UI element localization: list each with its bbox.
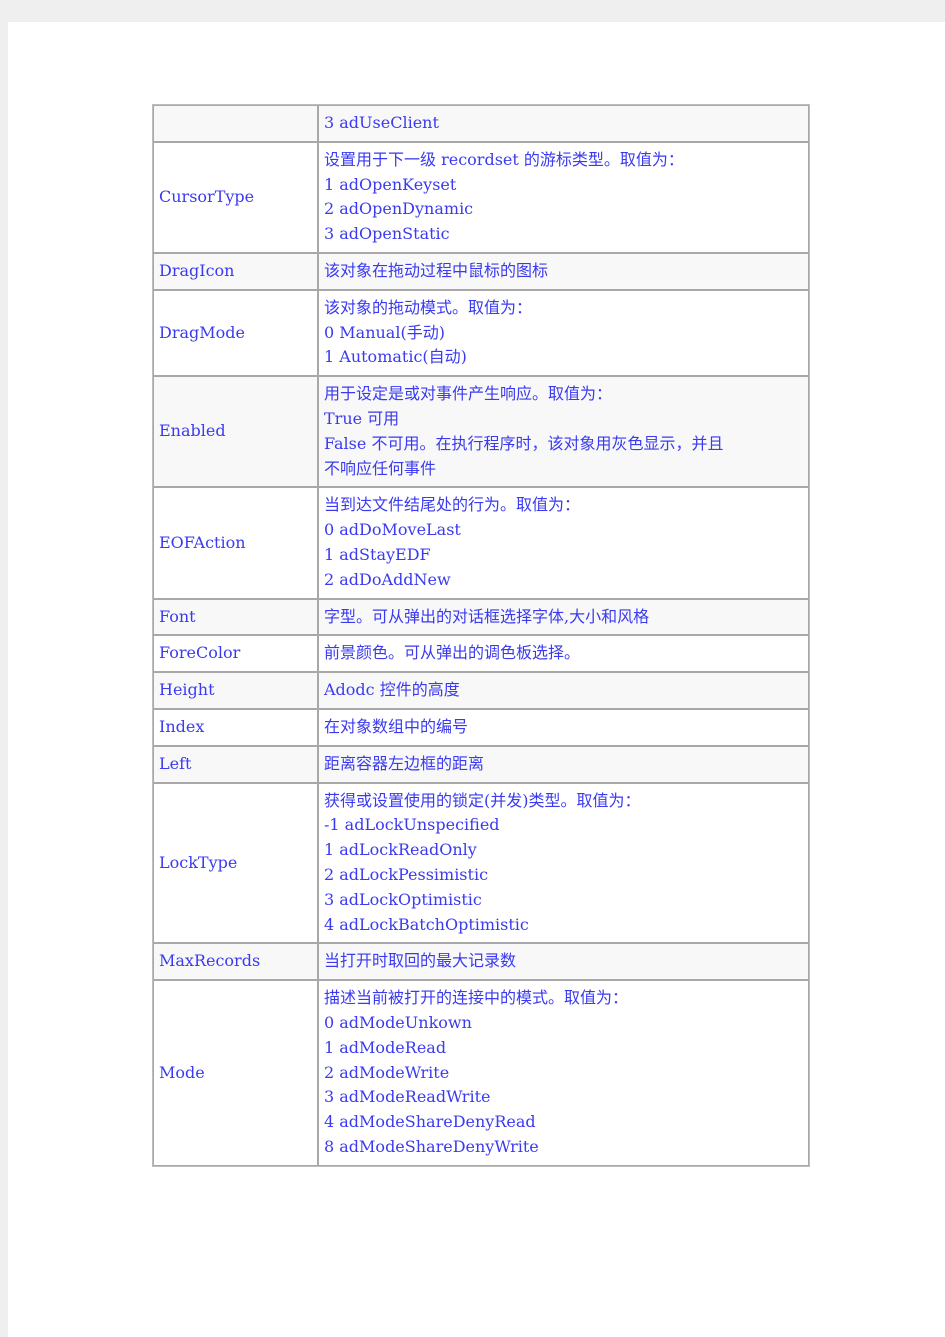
property-name: ForeColor bbox=[153, 635, 318, 673]
description-line: 获得或设置使用的锁定(并发)类型。取值为： bbox=[324, 790, 641, 810]
description-line: 当打开时取回的最大记录数 bbox=[324, 951, 517, 971]
table-row: DragIcon 该对象在拖动过程中鼠标的图标 bbox=[153, 252, 809, 290]
description-line: 1 adLockReadOnly bbox=[324, 840, 477, 860]
description-line: 前景颜色。可从弹出的调色板选择。 bbox=[324, 643, 581, 663]
description-line: Adodc 控件的高度 bbox=[324, 680, 460, 700]
description-line: 3 adOpenStatic bbox=[324, 224, 450, 244]
property-description: 在对象数组中的编号 bbox=[318, 708, 809, 746]
property-table: 3 adUseClient CursorType 设置用于下一级 recordset… bbox=[152, 104, 810, 1167]
description-line: 设置用于下一级 recordset 的游标类型。取值为： bbox=[324, 149, 684, 169]
description-line: 3 adLockOptimistic bbox=[324, 889, 482, 909]
property-name: DragIcon bbox=[153, 252, 318, 290]
property-name: LockType bbox=[153, 782, 318, 944]
table-row: Font 字型。可从弹出的对话框选择字体,大小和风格 bbox=[153, 598, 809, 636]
property-name bbox=[153, 105, 318, 142]
property-description: 当打开时取回的最大记录数 bbox=[318, 943, 809, 981]
property-description: 当到达文件结尾处的行为。取值为： 0 adDoMoveLast 1 adStayED… bbox=[318, 487, 809, 599]
description-line: 在对象数组中的编号 bbox=[324, 716, 469, 736]
description-line: 8 adModeShareDenyWrite bbox=[324, 1136, 539, 1156]
description-line: 描述当前被打开的连接中的模式。取值为： bbox=[324, 988, 629, 1008]
table-row: Left 距离容器左边框的距离 bbox=[153, 745, 809, 783]
property-name: Mode bbox=[153, 980, 318, 1166]
description-line: 1 adModeRead bbox=[324, 1037, 447, 1057]
description-line: 2 adLockPessimistic bbox=[324, 864, 489, 884]
property-name: Height bbox=[153, 672, 318, 709]
table-row: CursorType 设置用于下一级 recordset 的游标类型。取值为： 1 … bbox=[153, 141, 809, 253]
property-name: Enabled bbox=[153, 376, 318, 488]
description-line: 3 adUseClient bbox=[324, 113, 439, 132]
property-description: 字型。可从弹出的对话框选择字体,大小和风格 bbox=[318, 598, 809, 636]
property-name: EOFAction bbox=[153, 487, 318, 599]
description-line: 用于设定是或对事件产生响应。取值为： bbox=[324, 384, 613, 404]
table-row: MaxRecords 当打开时取回的最大记录数 bbox=[153, 943, 809, 981]
property-name: Index bbox=[153, 708, 318, 746]
property-description: 距离容器左边框的距离 bbox=[318, 745, 809, 783]
property-description: 该对象的拖动模式。取值为： 0 Manual(手动) 1 Automatic(自动) bbox=[318, 289, 809, 377]
table-row: EOFAction 当到达文件结尾处的行为。取值为： 0 adDoMoveLast 1… bbox=[153, 487, 809, 599]
table-row: 3 adUseClient bbox=[153, 105, 809, 142]
table-row: Enabled 用于设定是或对事件产生响应。取值为： True 可用 False 不可… bbox=[153, 376, 809, 488]
description-line: 0 adDoMoveLast bbox=[324, 520, 461, 540]
description-line: 字型。可从弹出的对话框选择字体,大小和风格 bbox=[324, 606, 650, 626]
property-name: Left bbox=[153, 745, 318, 783]
table-row: LockType 获得或设置使用的锁定(并发)类型。取值为： -1 adLockUn… bbox=[153, 782, 809, 944]
description-line: True 可用 bbox=[324, 408, 400, 428]
description-line: 0 adModeUnkown bbox=[324, 1012, 472, 1032]
description-line: 4 adLockBatchOptimistic bbox=[324, 914, 529, 934]
description-line: 2 adOpenDynamic bbox=[324, 199, 474, 219]
description-line: 1 Automatic(自动) bbox=[324, 347, 467, 367]
table-row: DragMode 该对象的拖动模式。取值为： 0 Manual(手动) 1 Autom… bbox=[153, 289, 809, 377]
property-description: 3 adUseClient bbox=[318, 105, 809, 142]
property-description: 用于设定是或对事件产生响应。取值为： True 可用 False 不可用。在执行程序… bbox=[318, 376, 809, 488]
table-row: ForeColor 前景颜色。可从弹出的调色板选择。 bbox=[153, 635, 809, 673]
description-line: 该对象的拖动模式。取值为： bbox=[324, 297, 533, 317]
description-line: 0 Manual(手动) bbox=[324, 322, 445, 342]
description-line: 2 adDoAddNew bbox=[324, 569, 451, 589]
description-line: False 不可用。在执行程序时，该对象用灰色显示，并且 bbox=[324, 433, 724, 453]
property-description: Adodc 控件的高度 bbox=[318, 672, 809, 709]
property-description: 描述当前被打开的连接中的模式。取值为： 0 adModeUnkown 1 adMod… bbox=[318, 980, 809, 1166]
description-line: 3 adModeReadWrite bbox=[324, 1087, 491, 1107]
description-line: 距离容器左边框的距离 bbox=[324, 753, 485, 773]
description-line: 不响应任何事件 bbox=[324, 458, 437, 478]
table-row: Mode 描述当前被打开的连接中的模式。取值为： 0 adModeUnkown 1 a… bbox=[153, 980, 809, 1166]
table-row: Index 在对象数组中的编号 bbox=[153, 708, 809, 746]
description-line: 1 adStayEDF bbox=[324, 544, 431, 564]
table-row: Height Adodc 控件的高度 bbox=[153, 672, 809, 709]
description-line: 1 adOpenKeyset bbox=[324, 174, 457, 194]
description-line: 2 adModeWrite bbox=[324, 1062, 450, 1082]
property-description: 前景颜色。可从弹出的调色板选择。 bbox=[318, 635, 809, 673]
description-line: 该对象在拖动过程中鼠标的图标 bbox=[324, 260, 549, 280]
property-name: MaxRecords bbox=[153, 943, 318, 981]
description-line: -1 adLockUnspecified bbox=[324, 815, 500, 835]
property-description: 该对象在拖动过程中鼠标的图标 bbox=[318, 252, 809, 290]
description-line: 当到达文件结尾处的行为。取值为： bbox=[324, 495, 581, 515]
property-description: 设置用于下一级 recordset 的游标类型。取值为： 1 adOpenKeys… bbox=[318, 141, 809, 253]
property-name: Font bbox=[153, 598, 318, 636]
description-line: 4 adModeShareDenyRead bbox=[324, 1112, 536, 1132]
property-name: CursorType bbox=[153, 141, 318, 253]
property-description: 获得或设置使用的锁定(并发)类型。取值为： -1 adLockUnspecifie… bbox=[318, 782, 809, 944]
property-name: DragMode bbox=[153, 289, 318, 377]
